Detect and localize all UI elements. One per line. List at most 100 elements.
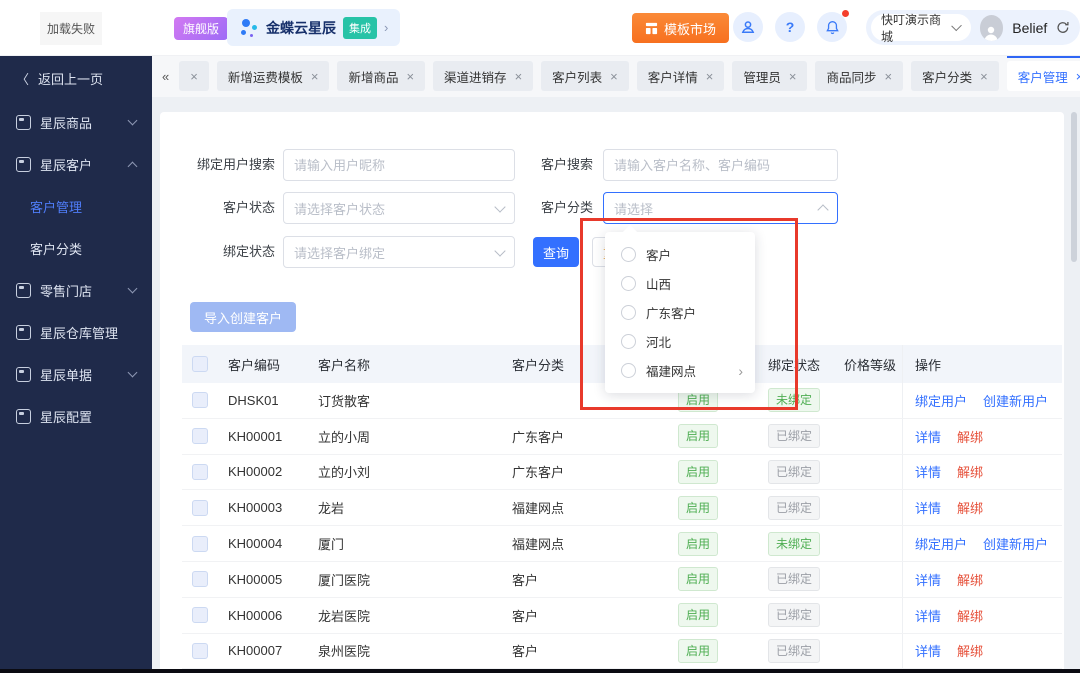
tab-close-icon[interactable]: × [980, 69, 988, 84]
sidebar-item[interactable]: 零售门店 [0, 269, 152, 311]
customer-service-button[interactable] [733, 12, 763, 42]
sidebar-item[interactable]: 星辰客户 [0, 143, 152, 185]
avatar[interactable] [979, 14, 1004, 41]
window-bottom-edge [0, 669, 1080, 673]
sidebar-item[interactable]: 星辰单据 [0, 353, 152, 395]
dropdown-option[interactable]: 河北 [605, 327, 755, 356]
action-link[interactable]: 绑定用户 [915, 391, 967, 410]
import-create-customer-button[interactable]: 导入创建客户 [190, 302, 296, 332]
action-link[interactable]: 绑定用户 [915, 534, 967, 553]
tab-close-icon[interactable]: × [706, 69, 714, 84]
radio-icon[interactable] [621, 305, 636, 320]
row-checkbox[interactable] [192, 499, 208, 516]
cell-customer-code: KH00001 [228, 428, 283, 444]
bind-status-badge: 已绑定 [768, 567, 821, 592]
dropdown-option[interactable]: 山西 [605, 269, 755, 298]
cell-price-level [844, 383, 902, 418]
row-checkbox[interactable] [192, 642, 208, 659]
notifications-button[interactable] [817, 12, 847, 42]
product-name: 金蝶云星辰 [266, 19, 336, 36]
action-link[interactable]: 解绑 [957, 498, 983, 517]
tab-close-icon[interactable]: × [1076, 69, 1080, 84]
tab-item[interactable]: 客户管理 × [1006, 55, 1080, 91]
sidebar-subitem[interactable]: 客户分类 [0, 227, 152, 269]
row-checkbox[interactable] [192, 607, 208, 624]
row-checkbox-cell [182, 562, 218, 597]
select-all-checkbox[interactable] [192, 356, 208, 372]
dropdown-option[interactable]: 客户 [605, 240, 755, 269]
row-checkbox[interactable] [192, 392, 208, 409]
action-link[interactable]: 详情 [915, 462, 941, 481]
cell-customer-category: 客户 [512, 608, 539, 624]
tab-label: 新增运费模板 [227, 70, 303, 85]
tab-close-icon[interactable]: × [311, 69, 319, 84]
back-to-previous-page[interactable]: 〈 返回上一页 [0, 55, 152, 101]
tab-item[interactable]: 管理员 × [732, 61, 808, 91]
vertical-scrollbar[interactable] [1071, 112, 1077, 262]
tab-close-icon[interactable]: × [885, 69, 893, 84]
action-link[interactable]: 解绑 [957, 606, 983, 625]
tab-item[interactable]: 客户分类 × [911, 61, 999, 91]
action-link[interactable]: 解绑 [957, 462, 983, 481]
tab-item[interactable]: 客户详情 × [636, 61, 725, 91]
tabs-scroll-left[interactable]: « [152, 61, 179, 91]
sidebar-item[interactable]: 星辰仓库管理 [0, 311, 152, 353]
product-switcher[interactable]: 金蝶云星辰 集成 › [227, 9, 401, 46]
shop-selector[interactable]: 快叮演示商城 [871, 13, 971, 44]
tab-list: × 新增运费模板 × 新增商品 × 渠道进销存 × 客户列表 × 客户详情 × 管理员 × 商品同步 × 客户… [179, 55, 1080, 91]
action-link[interactable]: 详情 [915, 570, 941, 589]
radio-icon[interactable] [621, 334, 636, 349]
sidebar-subitem[interactable]: 客户管理 [0, 185, 152, 227]
status-badge: 启用 [678, 424, 719, 449]
cell-bind-status: 已绑定 [768, 419, 844, 454]
row-checkbox[interactable] [192, 535, 208, 552]
sidebar-item[interactable]: 星辰配置 [0, 395, 152, 437]
cell-customer-name: 厦门医院 [318, 572, 371, 588]
question-icon: ? [785, 19, 795, 35]
radio-icon[interactable] [621, 247, 636, 262]
action-link[interactable]: 创建新用户 [983, 534, 1048, 553]
bind-status-select[interactable]: 请选择客户绑定 [283, 236, 515, 268]
cell-operations: 绑定用户 创建新用户 [902, 526, 1062, 561]
tab-item[interactable]: 新增商品 × [337, 61, 426, 91]
tab-item[interactable]: × [179, 61, 209, 91]
action-link[interactable]: 创建新用户 [983, 391, 1048, 410]
tab-item[interactable]: 客户列表 × [541, 61, 629, 91]
tab-close-icon[interactable]: × [406, 69, 414, 84]
row-checkbox[interactable] [192, 428, 208, 445]
action-link[interactable]: 解绑 [957, 427, 983, 446]
action-link[interactable]: 详情 [915, 641, 941, 660]
action-link[interactable]: 详情 [915, 606, 941, 625]
tab-item[interactable]: 商品同步 × [815, 61, 904, 91]
tab-close-icon[interactable]: × [190, 69, 198, 84]
tab-close-icon[interactable]: × [610, 69, 618, 84]
tab-item[interactable]: 渠道进销存 × [433, 61, 534, 91]
status-badge: 启用 [678, 531, 719, 556]
action-link[interactable]: 详情 [915, 427, 941, 446]
action-link[interactable]: 解绑 [957, 641, 983, 660]
sidebar-item[interactable]: 星辰商品 [0, 101, 152, 143]
template-market-button[interactable]: 模板市场 [632, 13, 730, 43]
tab-item[interactable]: 新增运费模板 × [216, 61, 330, 91]
tab-close-icon[interactable]: × [789, 69, 797, 84]
action-link[interactable]: 详情 [915, 498, 941, 517]
customer-status-select[interactable]: 请选择客户状态 [283, 192, 515, 224]
product-logo-icon [239, 18, 259, 38]
tab-close-icon[interactable]: × [515, 69, 523, 84]
action-link[interactable]: 解绑 [957, 570, 983, 589]
row-checkbox[interactable] [192, 463, 208, 480]
refresh-icon[interactable] [1056, 20, 1070, 35]
bind-user-search-input[interactable] [283, 149, 515, 181]
cell-customer-status: 启用 [672, 455, 768, 490]
sidebar-item-label: 星辰客户 [40, 157, 93, 173]
radio-icon[interactable] [621, 363, 636, 378]
radio-icon[interactable] [621, 276, 636, 291]
customer-category-select[interactable]: 请选择 [603, 192, 838, 224]
row-checkbox[interactable] [192, 571, 208, 588]
help-button[interactable]: ? [775, 12, 805, 42]
customer-search-input[interactable] [603, 149, 838, 181]
module-icon [16, 156, 31, 172]
query-button[interactable]: 查询 [533, 237, 579, 267]
dropdown-option[interactable]: 福建网点 › [605, 356, 755, 385]
dropdown-option[interactable]: 广东客户 [605, 298, 755, 327]
